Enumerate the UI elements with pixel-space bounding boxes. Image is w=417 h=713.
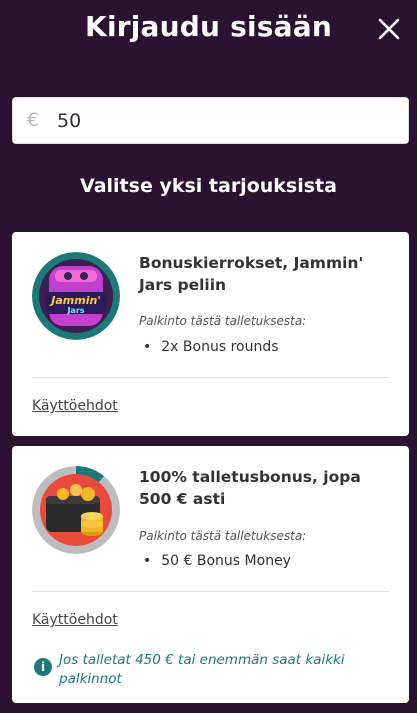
amount-input[interactable] [57,106,387,136]
prize-item: 2x Bonus rounds [143,339,278,355]
header: Kirjaudu sisään [0,0,417,58]
offer-title: 100% talletusbonus, jopa 500 € asti [139,468,361,508]
prize-label: Palkinto tästä talletuksesta: [139,529,307,543]
offer-card-deposit-bonus[interactable]: 100% talletusbonus, jopa 500 € asti Palk… [12,446,409,703]
wallet-coins-thumbnail [32,466,120,554]
info-icon: i [34,658,52,676]
divider [32,591,389,592]
currency-symbol: € [27,109,40,131]
divider [32,377,389,378]
terms-link[interactable]: Käyttöehdot [32,398,118,414]
amount-field[interactable]: € [12,97,409,144]
prize-label: Palkinto tästä talletuksesta: [139,314,307,328]
svg-text:Jars: Jars [66,306,84,315]
offers-heading: Valitse yksi tarjouksista [80,175,337,197]
info-message: Jos talletat 450 € tai enemmän saat kaik… [59,652,345,687]
offer-title: Bonuskierrokset, Jammin' Jars peliin [139,254,364,294]
page-title: Kirjaudu sisään [85,10,332,43]
close-icon[interactable] [377,17,401,41]
offer-card-free-spins[interactable]: Jammin' Jars Bonuskierrokset, Jammin' Ja… [12,232,409,436]
terms-link[interactable]: Käyttöehdot [32,612,118,628]
jammin-jars-thumbnail: Jammin' Jars [32,252,120,340]
prize-item: 50 € Bonus Money [143,553,291,569]
